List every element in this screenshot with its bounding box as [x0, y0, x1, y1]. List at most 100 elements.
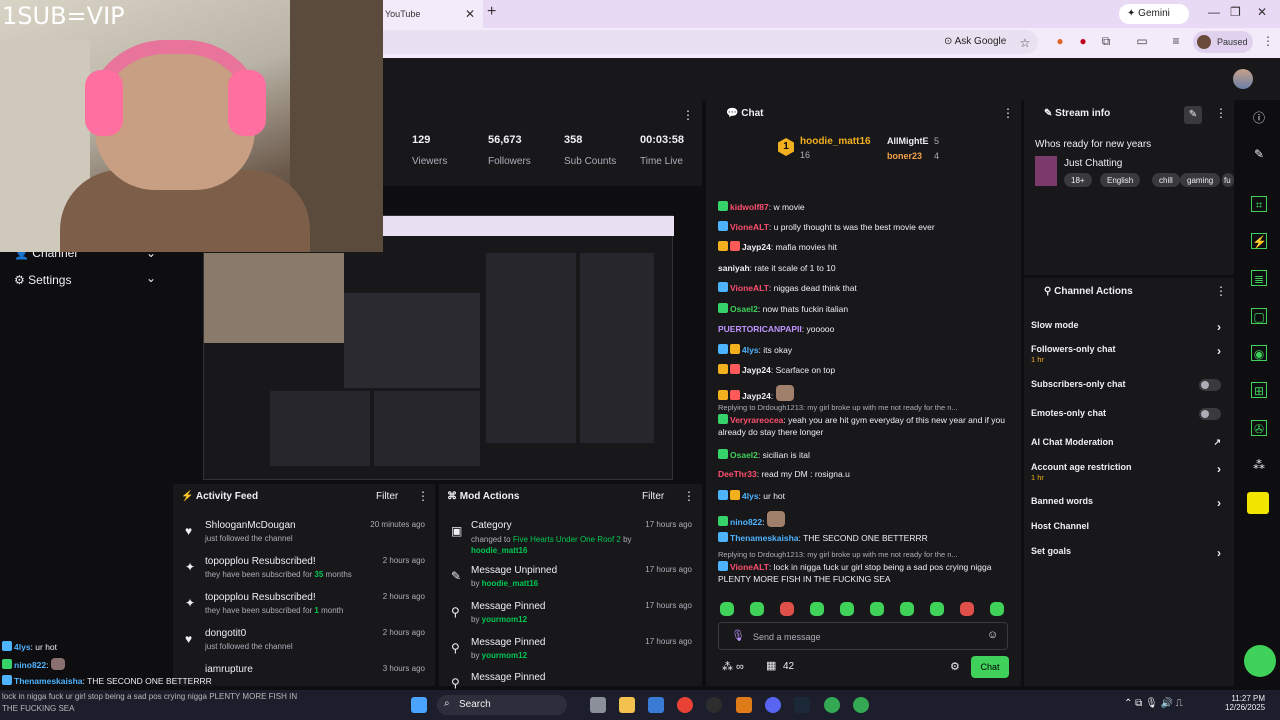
action-subscribers-only[interactable]: Subscribers-only chat — [1031, 379, 1227, 391]
stream-category[interactable]: Just Chatting — [1064, 158, 1122, 169]
chat-message[interactable]: kidwolf87: w movie — [718, 201, 1014, 213]
filter-button[interactable]: Filter — [642, 491, 664, 502]
steam-icon[interactable] — [794, 697, 810, 713]
highlight-icon[interactable] — [1247, 492, 1269, 514]
list-item[interactable]: ✦ topopplou Resubscribed! they have been… — [173, 592, 435, 628]
new-tab-icon[interactable]: + — [487, 3, 496, 21]
windows-start-icon[interactable] — [411, 697, 427, 713]
chat-message[interactable]: Replying to Drdough1213: my girl broke u… — [718, 402, 1014, 438]
chat-username[interactable]: Osael2 — [730, 304, 758, 314]
filter-button[interactable]: Filter — [376, 491, 398, 502]
message-icon[interactable]: ▢ — [1251, 308, 1267, 324]
list-item[interactable]: ♥ ShlooganMcDougan just followed the cha… — [173, 520, 435, 556]
restore-icon[interactable]: ❐ — [1230, 5, 1241, 19]
menu-kebab-icon[interactable]: ⋮ — [1261, 34, 1275, 48]
extension-icon[interactable]: ● — [1053, 34, 1067, 48]
leader-name[interactable]: hoodie_matt16 — [800, 136, 871, 147]
emote-button[interactable] — [780, 602, 794, 616]
chat-message[interactable]: Osael2: now thats fuckin italian — [718, 303, 1014, 315]
leader-name[interactable]: AllMightE — [887, 136, 929, 146]
kebab-menu-icon[interactable]: ⋮ — [417, 489, 429, 503]
extension-icon[interactable]: ● — [1076, 34, 1090, 48]
subscribers-only-toggle[interactable] — [1199, 379, 1221, 391]
chrome-icon[interactable] — [824, 697, 840, 713]
emote-button[interactable] — [990, 602, 1004, 616]
list-item[interactable]: ✦ topopplou Resubscribed! they have been… — [173, 556, 435, 592]
emote-button[interactable] — [930, 602, 944, 616]
chat-username[interactable]: 4lys — [742, 345, 759, 355]
taskbar-search[interactable]: ⌕ Search — [437, 695, 567, 715]
taskbar-clock[interactable]: 11:27 PM 12/26/2025 — [1225, 694, 1265, 712]
store-icon[interactable] — [648, 697, 664, 713]
chat-message[interactable]: DeeThr33: read my DM : rosigna.u — [718, 468, 1014, 480]
mod-username[interactable]: yourmom12 — [482, 615, 527, 624]
emote-picker-icon[interactable]: ☺ — [987, 629, 998, 641]
close-window-icon[interactable]: ✕ — [1257, 5, 1267, 19]
action-banned-words[interactable]: Banned words › — [1031, 496, 1227, 510]
list-item[interactable]: ⚲ Message Pinned by yourmom12 17 hours a… — [439, 601, 702, 637]
stream-tag[interactable]: English — [1100, 173, 1141, 187]
chat-settings-icon[interactable]: ⚙ — [950, 660, 960, 673]
chat-message[interactable]: Jayp24: mafia movies hit — [718, 241, 1014, 253]
task-view-icon[interactable] — [590, 697, 606, 713]
omnibox[interactable]: ⊙ Ask Google ☆ — [383, 30, 1038, 54]
ask-google-button[interactable]: ⊙ Ask Google — [938, 33, 1012, 51]
discord-icon[interactable] — [765, 697, 781, 713]
tab-search-icon[interactable]: ▭ — [1135, 34, 1149, 48]
media-icon[interactable]: ≡ — [1169, 34, 1183, 48]
chat-username[interactable]: Veryrareocea — [730, 415, 783, 425]
chat-message[interactable]: VioneALT: u prolly thought ts was the be… — [718, 221, 1014, 233]
emote-button[interactable] — [750, 602, 764, 616]
user-avatar[interactable] — [1233, 69, 1253, 89]
emote-button[interactable] — [960, 602, 974, 616]
chat-username[interactable]: Jayp24 — [742, 242, 771, 252]
list-item[interactable]: ⚲ Message Pinned by yourmom12 17 hours a… — [439, 637, 702, 673]
layout-icon[interactable]: ⊞ — [1251, 382, 1267, 398]
help-fab-icon[interactable] — [1244, 645, 1276, 677]
send-message-input[interactable]: 🎙 Send a message ☺ — [718, 622, 1008, 650]
wrench-icon[interactable]: ✇ — [1251, 420, 1267, 436]
chat-message[interactable]: PUERTORICANPAPII: yooooo — [718, 323, 1014, 335]
stream-tag[interactable]: fu — [1222, 173, 1234, 187]
microphone-icon[interactable]: 🎙 — [731, 629, 745, 642]
list-icon[interactable]: ≣ — [1251, 270, 1267, 286]
action-followers-only[interactable]: Followers-only chat 1 hr › — [1031, 344, 1227, 364]
action-account-age[interactable]: Account age restriction 1 hr › — [1031, 462, 1227, 482]
sidebar-item-settings[interactable]: ⚙ Settings — [14, 273, 71, 287]
kebab-menu-icon[interactable]: ⋮ — [1215, 284, 1227, 298]
edit-icon[interactable]: ✎ — [1251, 146, 1267, 162]
chat-message[interactable]: Replying to Drdough1213: my girl broke u… — [718, 549, 1014, 585]
list-item[interactable]: ▣ Category changed to Five Hearts Under … — [439, 520, 702, 556]
chat-username[interactable]: DeeThr33 — [718, 469, 757, 479]
chat-username[interactable]: nino822 — [730, 517, 762, 527]
emote-button[interactable] — [900, 602, 914, 616]
chrome-icon[interactable] — [853, 697, 869, 713]
lightning-icon[interactable]: ⚡ — [1251, 233, 1267, 249]
chat-username[interactable]: saniyah — [718, 263, 750, 273]
mod-username[interactable]: yourmom12 — [482, 651, 527, 660]
chat-username[interactable]: Jayp24 — [742, 391, 771, 401]
chat-username[interactable]: Thenameskaisha — [730, 533, 799, 543]
chat-username[interactable]: VioneALT — [730, 562, 769, 572]
stream-preview[interactable] — [173, 215, 703, 480]
chat-username[interactable]: VioneALT — [730, 222, 769, 232]
file-explorer-icon[interactable] — [619, 697, 635, 713]
clip-icon[interactable]: ⌗ — [1251, 196, 1267, 212]
action-ai-moderation[interactable]: AI Chat Moderation ↗ — [1031, 437, 1227, 447]
chat-username[interactable]: Osael2 — [730, 450, 758, 460]
action-emotes-only[interactable]: Emotes-only chat — [1031, 408, 1227, 420]
chat-username[interactable]: VioneALT — [730, 283, 769, 293]
gemini-button[interactable]: ✦ Gemini — [1119, 4, 1189, 24]
close-tab-icon[interactable]: ✕ — [465, 7, 475, 21]
chat-username[interactable]: Jayp24 — [742, 365, 771, 375]
list-item[interactable]: ✎ Message Unpinned by hoodie_matt16 17 h… — [439, 565, 702, 601]
emote-button[interactable] — [870, 602, 884, 616]
kebab-menu-icon[interactable]: ⋮ — [683, 489, 695, 503]
action-slow-mode[interactable]: Slow mode › — [1031, 320, 1227, 334]
minimize-icon[interactable]: — — [1208, 5, 1220, 19]
action-host-channel[interactable]: Host Channel — [1031, 521, 1227, 531]
extensions-puzzle-icon[interactable]: ⧉ — [1099, 34, 1113, 48]
chat-message[interactable]: saniyah: rate it scale of 1 to 10 — [718, 262, 1014, 274]
chat-message[interactable]: VioneALT: niggas dead think that — [718, 282, 1014, 294]
kebab-menu-icon[interactable]: ⋮ — [682, 108, 694, 122]
